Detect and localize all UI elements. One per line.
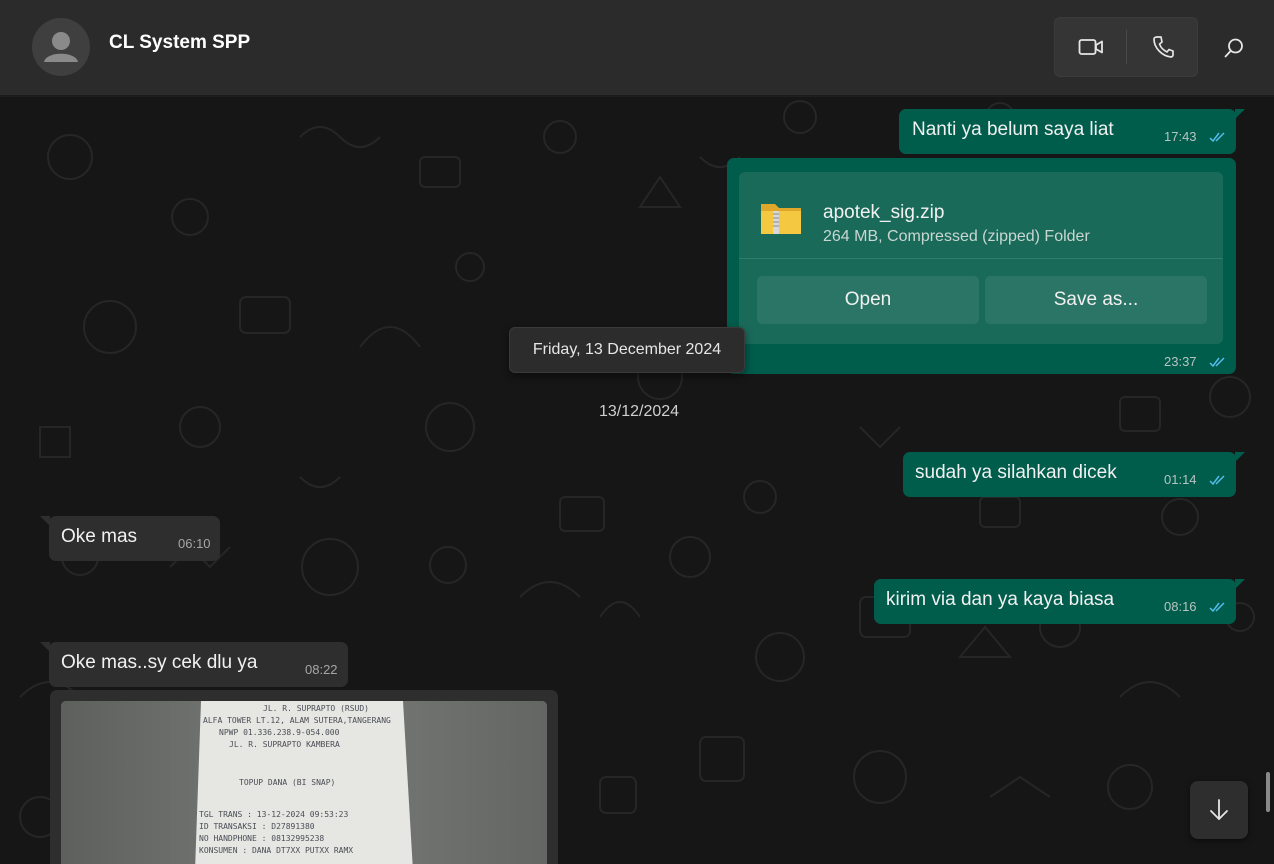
message-time: 23:37: [1164, 354, 1197, 369]
chat-messages-area[interactable]: Nanti ya belum saya liat 17:43 apotek_si…: [0, 97, 1274, 864]
outgoing-message[interactable]: kirim via dan ya kaya biasa 08:16: [874, 579, 1245, 624]
incoming-message[interactable]: Oke mas..sy cek dlu ya 08:22: [40, 642, 348, 687]
message-time: 08:16: [1164, 599, 1197, 614]
outgoing-message[interactable]: sudah ya silahkan dicek 01:14: [903, 452, 1245, 497]
message-time: 06:10: [178, 536, 211, 551]
chat-scrollbar[interactable]: [1266, 772, 1270, 812]
receipt-line: NO HANDPHONE : 08132995238: [199, 834, 324, 843]
file-card-divider: [739, 258, 1223, 259]
double-check-icon: [1209, 602, 1225, 613]
file-attachment-card[interactable]: apotek_sig.zip 264 MB, Compressed (zippe…: [739, 172, 1223, 344]
receipt-line: JL. R. SUPRAPTO (RSUD): [263, 704, 369, 713]
contact-name[interactable]: CL System SPP: [109, 32, 250, 54]
double-check-icon: [1209, 357, 1225, 368]
receipt-line: NPWP 01.336.238.9-054.000: [219, 728, 340, 737]
receipt-line: JL. R. SUPRAPTO KAMBERA: [229, 740, 340, 749]
message-text: Oke mas..sy cek dlu ya: [61, 652, 258, 673]
contact-avatar[interactable]: [32, 18, 90, 76]
receipt-image: JL. R. SUPRAPTO (RSUD) ALFA TOWER LT.12,…: [61, 701, 547, 864]
date-tooltip: Friday, 13 December 2024: [509, 327, 745, 373]
file-name: apotek_sig.zip: [823, 202, 945, 223]
voice-call-button[interactable]: [1127, 18, 1199, 76]
double-check-icon: [1209, 132, 1225, 143]
person-icon: [44, 32, 78, 62]
bubble-tail: [40, 516, 50, 526]
receipt-photo[interactable]: JL. R. SUPRAPTO (RSUD) ALFA TOWER LT.12,…: [61, 701, 547, 864]
incoming-message[interactable]: Oke mas 06:10: [40, 516, 220, 561]
chat-header: CL System SPP: [0, 0, 1274, 96]
video-call-button[interactable]: [1055, 18, 1127, 76]
receipt-line: KONSUMEN : DANA DT7XX PUTXX RAMX: [199, 846, 353, 855]
bubble-tail: [40, 642, 50, 652]
search-button[interactable]: [1214, 28, 1254, 68]
bubble-tail: [1235, 452, 1245, 462]
message-text: sudah ya silahkan dicek: [915, 462, 1117, 483]
message-text: Nanti ya belum saya liat: [912, 119, 1114, 140]
bubble-tail: [1235, 579, 1245, 589]
date-separator: 13/12/2024: [598, 403, 680, 420]
receipt-line: TOPUP DANA (BI SNAP): [239, 778, 335, 787]
save-as-button[interactable]: Save as...: [985, 276, 1207, 324]
incoming-image-message[interactable]: JL. R. SUPRAPTO (RSUD) ALFA TOWER LT.12,…: [50, 690, 558, 864]
phone-icon: [1153, 36, 1174, 58]
scroll-to-bottom-button[interactable]: [1190, 781, 1248, 839]
message-text: Oke mas: [61, 526, 138, 547]
search-icon: [1224, 38, 1243, 58]
receipt-line: ID TRANSAKSI : D27891380: [199, 822, 315, 831]
message-time: 01:14: [1164, 472, 1197, 487]
zip-folder-icon: [761, 204, 801, 234]
bubble-tail: [1235, 109, 1245, 119]
outgoing-message[interactable]: Nanti ya belum saya liat 17:43: [899, 109, 1245, 154]
message-time: 08:22: [305, 662, 338, 677]
open-file-button[interactable]: Open: [757, 276, 979, 324]
arrow-down-icon: [1210, 799, 1228, 820]
receipt-line: ALFA TOWER LT.12, ALAM SUTERA,TANGERANG: [203, 716, 391, 725]
outgoing-file-message[interactable]: apotek_sig.zip 264 MB, Compressed (zippe…: [727, 158, 1236, 374]
file-meta: 264 MB, Compressed (zipped) Folder: [823, 228, 1090, 245]
video-call-icon: [1078, 39, 1103, 55]
message-time: 17:43: [1164, 129, 1197, 144]
message-text: kirim via dan ya kaya biasa: [886, 589, 1115, 610]
receipt-line: TGL TRANS : 13-12-2024 09:53:23: [199, 810, 348, 819]
call-buttons-group: [1054, 17, 1198, 77]
double-check-icon: [1209, 475, 1225, 486]
